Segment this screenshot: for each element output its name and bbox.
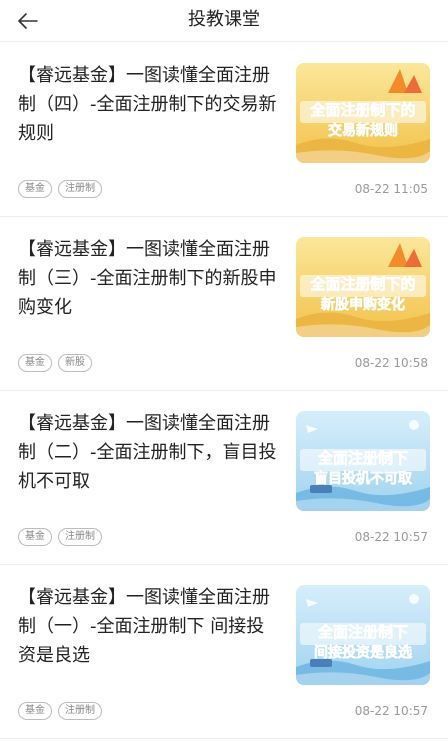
article-tag[interactable]: 基金 bbox=[18, 180, 52, 198]
article-tags: 基金 注册制 bbox=[18, 702, 102, 720]
article-tag[interactable]: 注册制 bbox=[58, 180, 102, 198]
article-tag[interactable]: 基金 bbox=[18, 528, 52, 546]
thumbnail-text-line-1: 全面注册制下的 bbox=[309, 275, 415, 293]
article-thumbnail: 全面注册制下 盲目投机不可取 bbox=[296, 411, 430, 511]
page-title: 投教课堂 bbox=[188, 9, 260, 30]
article-tag[interactable]: 新股 bbox=[58, 354, 92, 372]
arrow-left-icon bbox=[18, 13, 38, 29]
top-nav-bar: 投教课堂 bbox=[0, 0, 448, 42]
article-tags: 基金 新股 bbox=[18, 354, 92, 372]
article-tags: 基金 注册制 bbox=[18, 180, 102, 198]
article-title: 【睿远基金】一图读懂全面注册制（三）-全面注册制下的新股申购变化 bbox=[18, 239, 277, 318]
thumbnail-text-line-1: 全面注册制下 bbox=[317, 623, 408, 641]
article-title: 【睿远基金】一图读懂全面注册制（四）-全面注册制下的交易新规则 bbox=[18, 65, 277, 144]
article-card[interactable]: 【睿远基金】一图读懂全面注册制（二）-全面注册制下，盲目投机不可取 全面注册制下… bbox=[0, 391, 448, 565]
article-timestamp: 08-22 10:57 bbox=[354, 704, 428, 718]
article-timestamp: 08-22 10:58 bbox=[354, 356, 428, 370]
thumbnail-text-line-1: 全面注册制下的 bbox=[309, 101, 415, 119]
thumbnail-illustration: 全面注册制下的 交易新规则 bbox=[296, 63, 430, 163]
article-thumbnail: 全面注册制下的 新股申购变化 bbox=[296, 237, 430, 337]
thumbnail-illustration: 全面注册制下的 新股申购变化 bbox=[296, 237, 430, 337]
article-thumbnail: 全面注册制下 间接投资是良选 bbox=[296, 585, 430, 685]
article-tag[interactable]: 注册制 bbox=[58, 528, 102, 546]
article-tag[interactable]: 注册制 bbox=[58, 702, 102, 720]
article-timestamp: 08-22 11:05 bbox=[354, 182, 428, 196]
article-card[interactable]: 【睿远基金】一图读懂全面注册制（一）-全面注册制下 间接投资是良选 全面注册制下… bbox=[0, 565, 448, 739]
thumbnail-text-line-1: 全面注册制下 bbox=[317, 449, 408, 467]
article-card[interactable]: 【睿远基金】一图读懂全面注册制（三）-全面注册制下的新股申购变化 全面注册制下的… bbox=[0, 217, 448, 391]
article-card[interactable]: 【睿远基金】一图读懂全面注册制（四）-全面注册制下的交易新规则 全面注册制下的 … bbox=[0, 43, 448, 217]
thumbnail-illustration: 全面注册制下 间接投资是良选 bbox=[296, 585, 430, 685]
thumbnail-text-line-2: 新股申购变化 bbox=[321, 296, 405, 313]
thumbnail-text-line-2: 间接投资是良选 bbox=[314, 644, 412, 661]
thumbnail-text-line-2: 交易新规则 bbox=[328, 122, 398, 139]
article-thumbnail: 全面注册制下的 交易新规则 bbox=[296, 63, 430, 163]
article-tag[interactable]: 基金 bbox=[18, 702, 52, 720]
article-tag[interactable]: 基金 bbox=[18, 354, 52, 372]
thumbnail-text-line-2: 盲目投机不可取 bbox=[314, 470, 413, 487]
article-title: 【睿远基金】一图读懂全面注册制（二）-全面注册制下，盲目投机不可取 bbox=[18, 413, 277, 492]
article-title: 【睿远基金】一图读懂全面注册制（一）-全面注册制下 间接投资是良选 bbox=[18, 587, 270, 666]
article-tags: 基金 注册制 bbox=[18, 528, 102, 546]
thumbnail-illustration: 全面注册制下 盲目投机不可取 bbox=[296, 411, 430, 511]
article-timestamp: 08-22 10:57 bbox=[354, 530, 428, 544]
article-list: 【睿远基金】一图读懂全面注册制（四）-全面注册制下的交易新规则 全面注册制下的 … bbox=[0, 43, 448, 739]
back-button[interactable] bbox=[18, 6, 54, 36]
